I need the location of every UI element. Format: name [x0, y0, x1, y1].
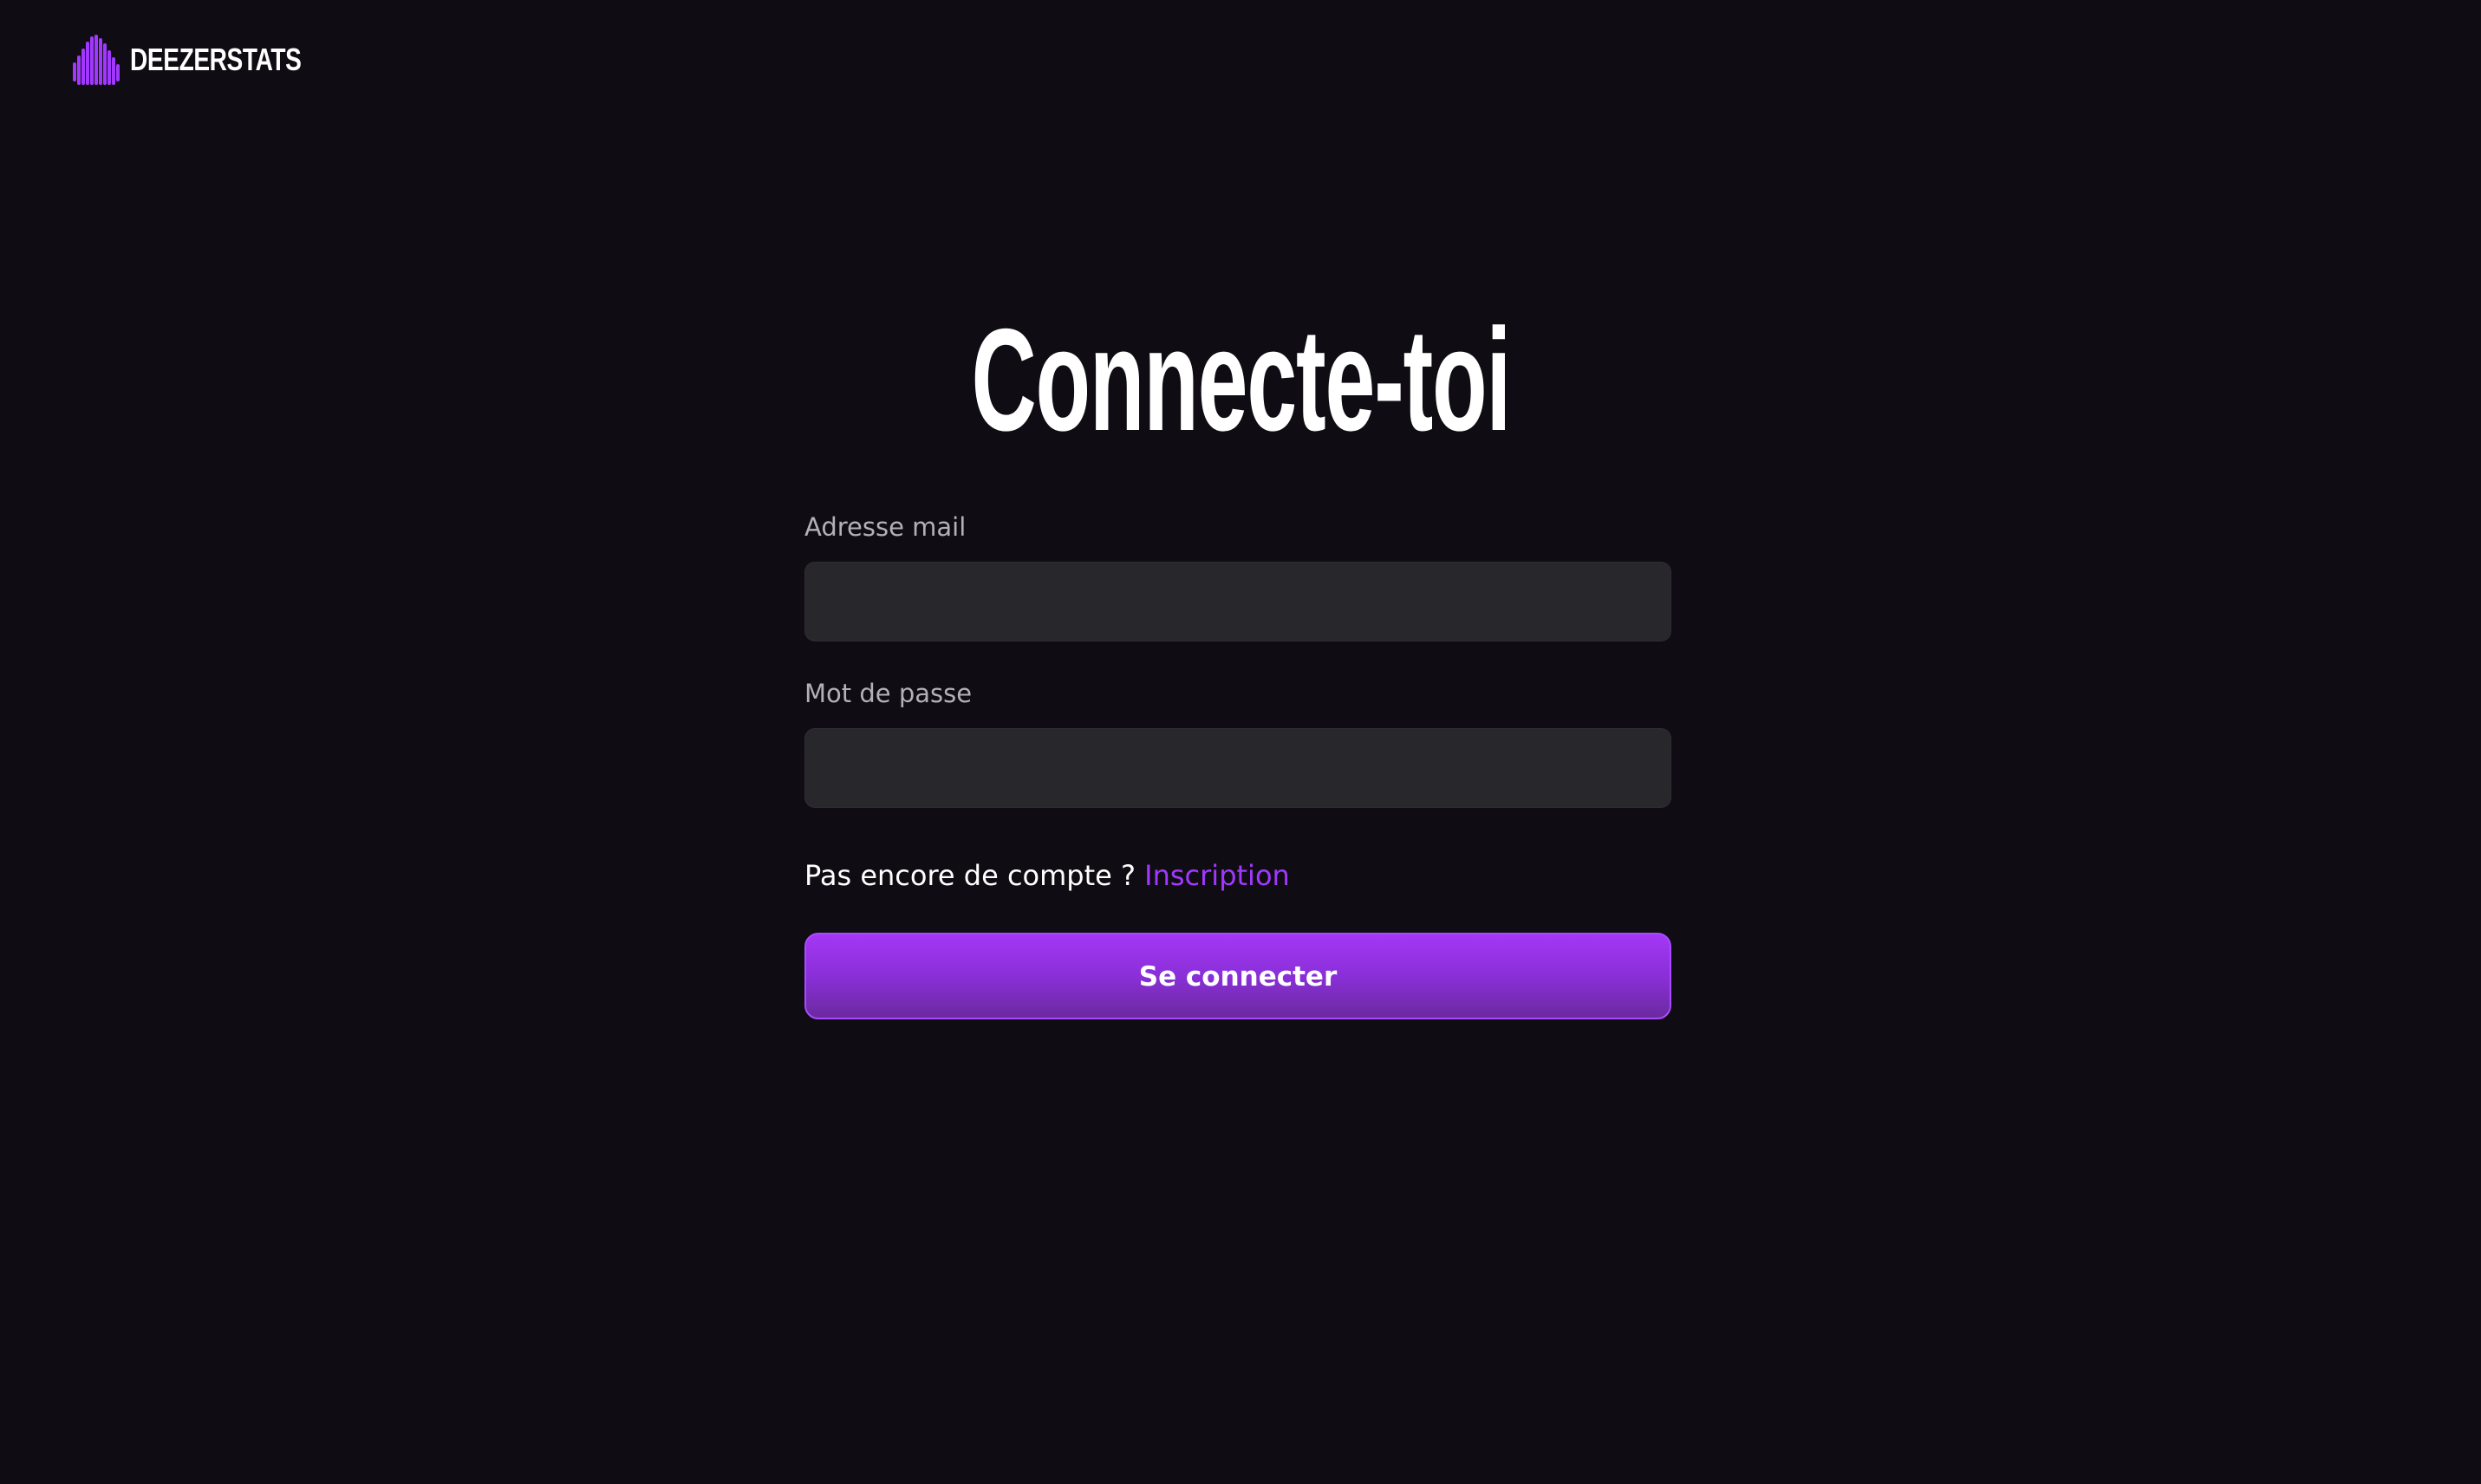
brand-logo[interactable]: DEEZERSTATS — [71, 33, 349, 87]
email-field[interactable] — [804, 562, 1671, 641]
login-form: Adresse mail Mot de passe Pas encore de … — [804, 511, 1671, 1019]
password-field[interactable] — [804, 728, 1671, 808]
signup-prompt: Pas encore de compte ? Inscription — [804, 858, 1671, 893]
flame-logo-icon — [73, 35, 120, 85]
field-spacer — [804, 641, 1671, 678]
brand-name: DEEZERSTATS — [130, 42, 302, 77]
password-label: Mot de passe — [804, 679, 973, 708]
page-title: Connecte-toi — [0, 298, 2481, 461]
no-account-text: Pas encore de compte ? — [804, 859, 1145, 892]
signup-link[interactable]: Inscription — [1144, 859, 1290, 892]
email-label: Adresse mail — [804, 512, 967, 542]
page-title-text: Connecte-toi — [971, 298, 1511, 461]
login-button[interactable]: Se connecter — [804, 933, 1671, 1019]
